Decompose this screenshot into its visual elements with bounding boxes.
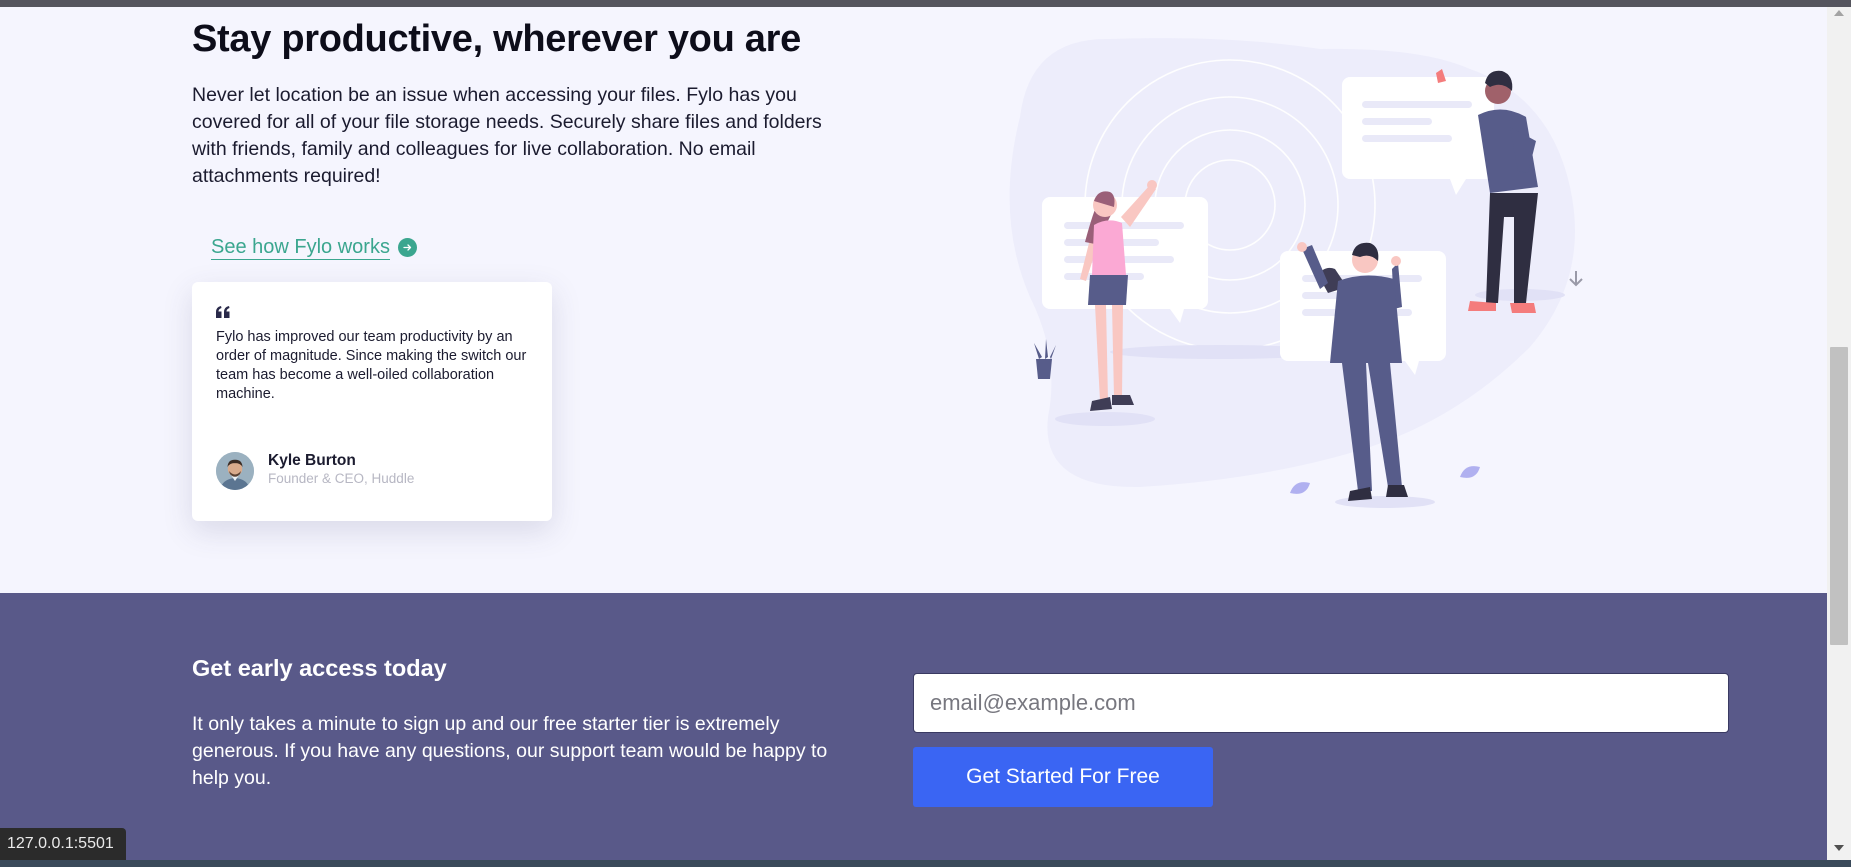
- stay-productive-illustration: [1009, 38, 1583, 508]
- productive-section: Stay productive, wherever you are Never …: [0, 7, 1827, 593]
- email-input[interactable]: [913, 673, 1729, 733]
- scrollbar-thumb[interactable]: [1830, 347, 1848, 645]
- cta-description: It only takes a minute to sign up and ou…: [192, 713, 828, 789]
- quote-icon: [216, 306, 230, 318]
- browser-bottom-border: [0, 860, 1851, 867]
- status-bar-url: 127.0.0.1:5501: [0, 828, 126, 860]
- link-label: See how Fylo works: [211, 236, 390, 260]
- section-description: Never let location be an issue when acce…: [192, 84, 822, 187]
- testimonial-card: Fylo has improved our team productivity …: [192, 282, 552, 521]
- see-how-fylo-works-link[interactable]: See how Fylo works: [211, 235, 417, 260]
- scroll-up-icon[interactable]: [1834, 10, 1844, 16]
- testimonial-quote: Fylo has improved our team productivity …: [216, 329, 527, 402]
- get-started-button[interactable]: Get Started For Free: [913, 747, 1213, 807]
- scroll-down-icon[interactable]: [1834, 845, 1844, 851]
- browser-top-border: [0, 0, 1851, 7]
- author-name: Kyle Burton: [268, 452, 356, 469]
- arrow-right-icon: [397, 238, 417, 257]
- page-viewport: Stay productive, wherever you are Never …: [0, 7, 1827, 860]
- avatar: [216, 452, 254, 490]
- author-role: Founder & CEO, Huddle: [268, 471, 415, 486]
- cta-title: Get early access today: [192, 655, 447, 681]
- vertical-scrollbar[interactable]: [1827, 7, 1851, 860]
- section-title: Stay productive, wherever you are: [192, 18, 801, 60]
- early-access-section: Get early access today It only takes a m…: [0, 593, 1827, 860]
